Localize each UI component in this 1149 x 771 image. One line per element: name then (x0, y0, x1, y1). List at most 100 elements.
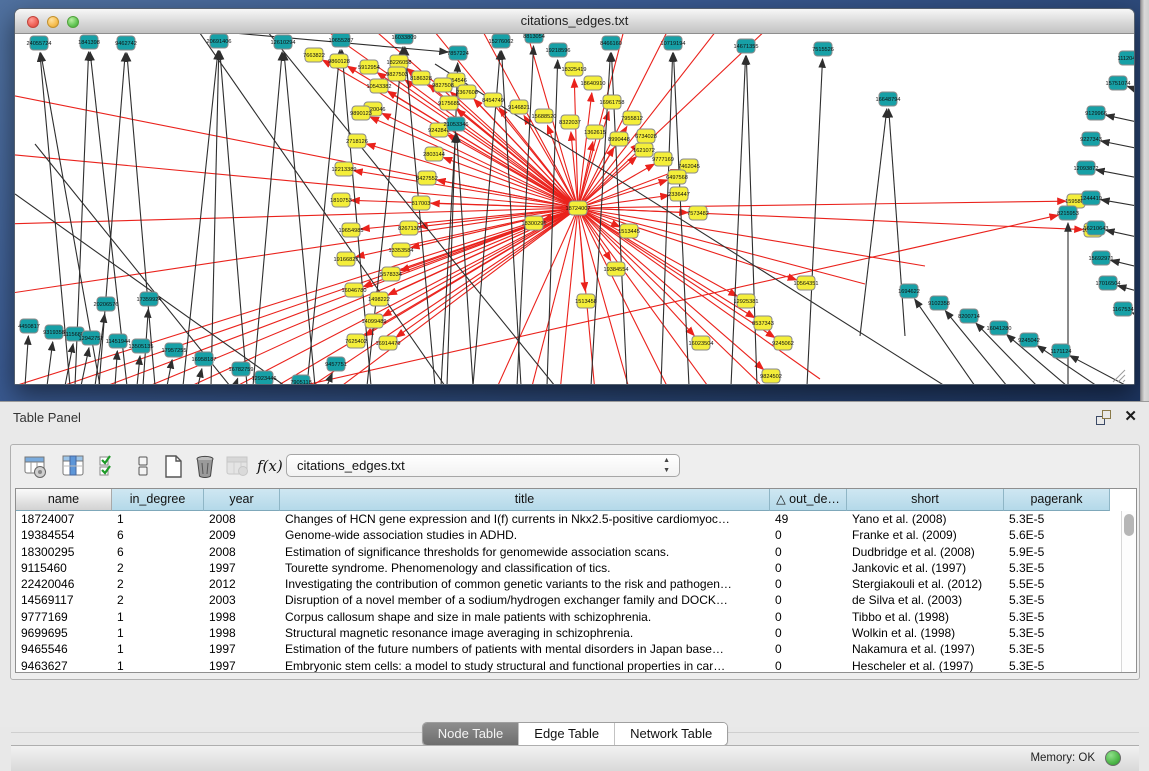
graph-node-8267130[interactable]: 8267130 (398, 221, 420, 235)
zoom-button[interactable] (67, 16, 79, 28)
graph-node-12923446[interactable]: 12923446 (252, 371, 277, 384)
graph-node-9175685[interactable]: 9175685 (438, 96, 460, 110)
graph-node-14671355[interactable]: 14671355 (734, 39, 759, 53)
network-canvas[interactable]: 7663822986012859129541822605898275031054… (15, 34, 1134, 384)
graph-node-9777169[interactable]: 9777169 (652, 152, 674, 166)
graph-node-16961758[interactable]: 16961758 (600, 95, 625, 109)
tab-network-table[interactable]: Network Table (615, 723, 727, 745)
graph-node-7857224[interactable]: 7857224 (447, 46, 469, 60)
graph-node-2718126[interactable]: 2718126 (346, 134, 368, 148)
graph-node-1694622[interactable]: 1694622 (898, 284, 920, 298)
graph-node-16914479[interactable]: 16914479 (376, 336, 401, 350)
graph-node-10655287[interactable]: 10655287 (329, 34, 354, 47)
graph-node-9129966[interactable]: 9129966 (1085, 106, 1107, 120)
graph-node-1498222[interactable]: 1498222 (368, 292, 390, 306)
graph-node-12213389[interactable]: 12213389 (332, 162, 357, 176)
graph-node-9827508[interactable]: 9827508 (432, 78, 454, 92)
graph-node-2336447[interactable]: 2336447 (668, 187, 690, 201)
graph-node-8466160[interactable]: 8466160 (600, 36, 622, 50)
table-vertical-scrollbar[interactable] (1121, 511, 1136, 673)
graph-node-9227343[interactable]: 9227343 (1080, 132, 1102, 146)
table-row[interactable]: 1456911722003Disruption of a novel membe… (16, 592, 1136, 608)
graph-node-8427552[interactable]: 8427552 (416, 171, 438, 185)
graph-node-16023504[interactable]: 16023504 (689, 336, 714, 350)
tab-node-table[interactable]: Node Table (423, 723, 520, 745)
graph-node-18325419[interactable]: 18325419 (562, 62, 587, 76)
graph-node-11451944[interactable]: 11451944 (106, 334, 130, 348)
table-row[interactable]: 1872400712008Changes of HCN gene express… (16, 511, 1136, 527)
graph-node-16041280[interactable]: 16041280 (987, 321, 1012, 335)
graph-node-9319358[interactable]: 9319358 (43, 325, 65, 339)
graph-node-16046780[interactable]: 16046780 (342, 283, 367, 297)
graph-node-16958187[interactable]: 16958187 (192, 352, 217, 366)
graph-node-7515526[interactable]: 7515526 (812, 42, 834, 56)
close-button[interactable] (27, 16, 39, 28)
graph-node-16782759[interactable]: 16782759 (229, 362, 254, 376)
graph-node-1621072[interactable]: 1621072 (633, 143, 655, 157)
graph-node-10564351[interactable]: 10564351 (794, 276, 819, 290)
import-table-icon[interactable] (225, 454, 250, 479)
column-header-name[interactable]: name (16, 489, 112, 511)
graph-node-20206576[interactable]: 20206576 (94, 297, 119, 311)
graph-node-12942757[interactable]: 12942757 (79, 331, 104, 345)
graph-node-18300295[interactable]: 18300295 (522, 216, 547, 230)
graph-node-15692971[interactable]: 15692971 (1089, 251, 1114, 265)
graph-node-2367608[interactable]: 2367608 (456, 85, 478, 99)
graph-node-8990448[interactable]: 8990448 (608, 132, 630, 146)
graph-node-6734028[interactable]: 6734028 (635, 129, 657, 143)
table-row[interactable]: 969969511998Structural magnetic resonanc… (16, 625, 1136, 641)
graph-node-13505135[interactable]: 13505135 (129, 339, 154, 353)
graph-node-9245042[interactable]: 9245042 (1018, 333, 1040, 347)
memory-status-indicator[interactable] (1105, 750, 1121, 766)
graph-node-21053346[interactable]: 21053346 (444, 117, 469, 131)
select-columns-icon[interactable] (97, 454, 122, 479)
graph-node-6497568[interactable]: 6497568 (666, 170, 688, 184)
graph-node-10543382[interactable]: 10543382 (367, 79, 392, 93)
table-row[interactable]: 1938455462009Genome-wide association stu… (16, 527, 1136, 543)
minimize-button[interactable] (47, 16, 59, 28)
graph-node-16648794[interactable]: 16648794 (876, 92, 901, 106)
graph-node-17016504[interactable]: 17016504 (1096, 276, 1121, 290)
graph-node-9824502[interactable]: 9824502 (760, 369, 782, 383)
graph-node-5912954[interactable]: 5912954 (358, 60, 380, 74)
graph-node-19654985[interactable]: 19654985 (339, 223, 364, 237)
graph-node-7955812[interactable]: 7955812 (621, 111, 643, 125)
column-header-year[interactable]: year (204, 489, 280, 511)
graph-node-8454749[interactable]: 8454749 (482, 93, 504, 107)
graph-node-19384554[interactable]: 19384554 (604, 262, 629, 276)
table-row[interactable]: 2242004622012Investigating the contribut… (16, 576, 1136, 592)
graph-node-17957255[interactable]: 17957255 (162, 343, 187, 357)
scrollbar-thumb[interactable] (1124, 514, 1134, 536)
graph-node-1171124[interactable]: 1171124 (1051, 344, 1072, 358)
float-panel-icon[interactable] (1096, 410, 1111, 425)
tab-edge-table[interactable]: Edge Table (519, 723, 615, 745)
graph-node-19218596[interactable]: 19218596 (546, 43, 571, 57)
table-row[interactable]: 911546021997Tourette syndrome. Phenomeno… (16, 560, 1136, 576)
graph-node-1513445[interactable]: 1513445 (618, 224, 640, 238)
delete-table-icon[interactable] (193, 454, 218, 479)
graph-node-14099489[interactable]: 14099489 (362, 314, 387, 328)
graph-node-9245062[interactable]: 9245062 (772, 336, 794, 350)
table-row[interactable]: 946554611997Estimation of the future num… (16, 641, 1136, 657)
table-row[interactable]: 946362711997Embryonic stem cells: a mode… (16, 658, 1136, 673)
graph-node-1810753[interactable]: 1810753 (330, 193, 352, 207)
close-panel-icon[interactable]: ✕ (1124, 408, 1137, 426)
graph-node-9457751[interactable]: 9457751 (325, 357, 347, 371)
graph-node-9102358[interactable]: 9102358 (928, 296, 950, 310)
table-settings-icon[interactable] (23, 454, 48, 479)
table-column-icon[interactable] (61, 454, 86, 479)
graph-node-1112045[interactable]: 1112045 (1118, 51, 1134, 65)
graph-node-10719194[interactable]: 10719194 (661, 36, 686, 50)
column-header-title[interactable]: title (280, 489, 770, 511)
graph-node-7625402[interactable]: 7625402 (345, 334, 367, 348)
graph-node-8215953[interactable]: 8215953 (1057, 206, 1079, 220)
graph-node-4450817[interactable]: 4450817 (18, 319, 40, 333)
graph-node-15276062[interactable]: 15276062 (489, 34, 514, 48)
network-window-titlebar[interactable]: citations_edges.txt (15, 9, 1134, 34)
graph-node-16033809[interactable]: 16033809 (392, 34, 417, 44)
graph-node-5578334[interactable]: 5578334 (380, 267, 402, 281)
graph-node-15688520[interactable]: 15688520 (532, 109, 557, 123)
graph-node-8186328[interactable]: 8186328 (410, 71, 432, 85)
graph-node-18724007[interactable]: 18724007 (566, 201, 591, 215)
graph-node-817003[interactable]: 817003 (412, 196, 431, 210)
